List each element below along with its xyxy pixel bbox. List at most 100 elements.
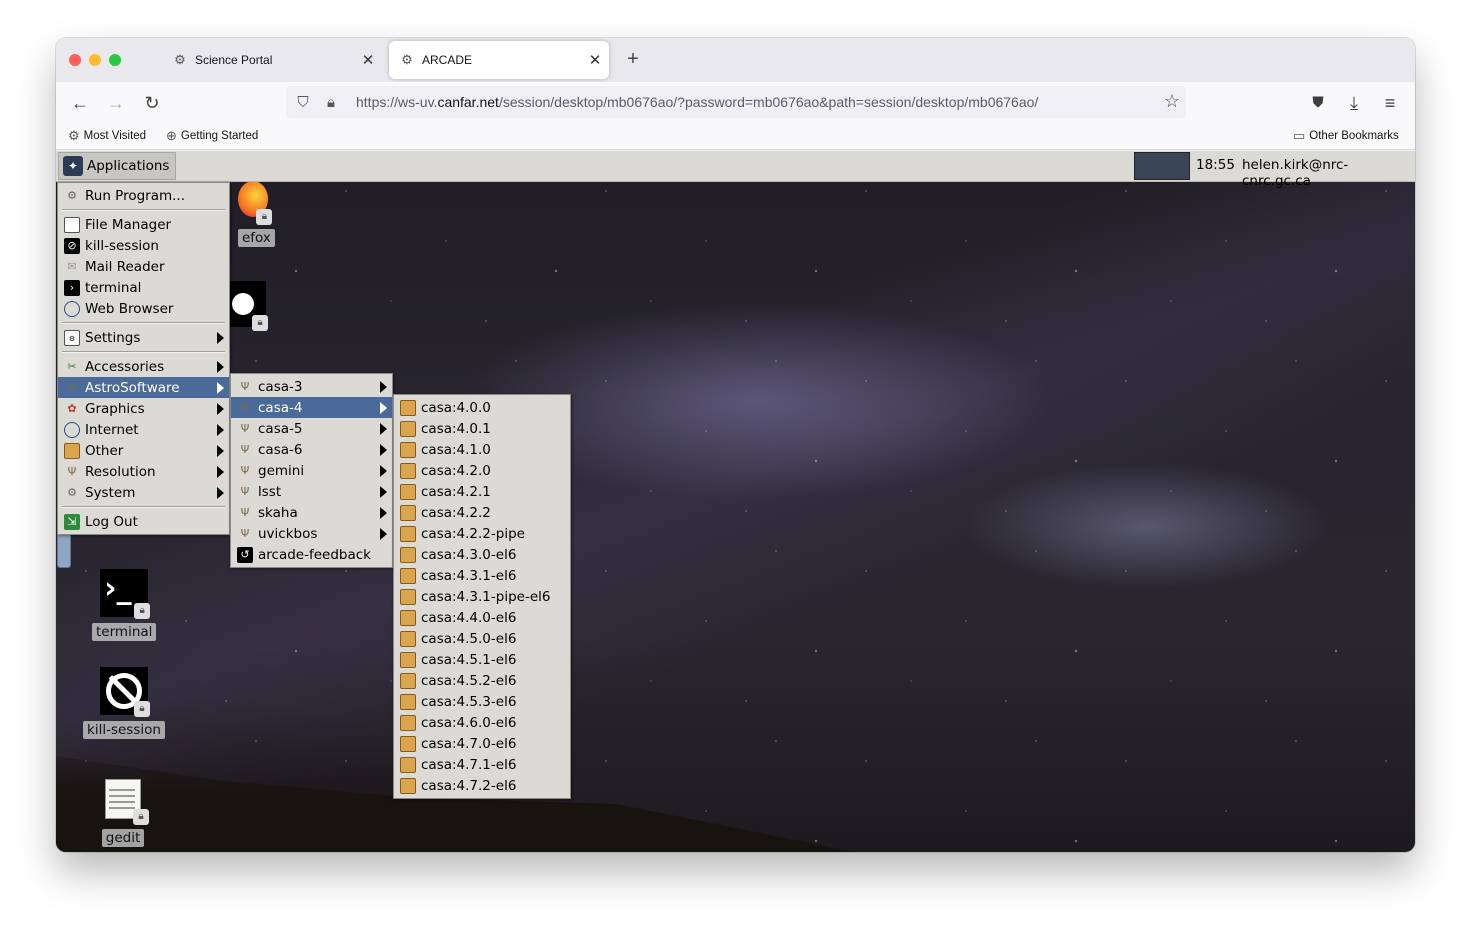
back-icon[interactable]: ← xyxy=(67,90,93,116)
desktop-icon-gedit[interactable]: 🔒︎ gedit xyxy=(99,775,149,847)
mail-icon: ✉ xyxy=(67,259,77,273)
menu-separator xyxy=(58,319,229,327)
menu-item-casa-version[interactable]: casa:4.6.0-el6 xyxy=(394,712,570,733)
menu-item-casa-version[interactable]: casa:4.2.0 xyxy=(394,460,570,481)
tab-arcade[interactable]: ⚙ ARCADE ✕ xyxy=(389,41,609,79)
package-icon xyxy=(400,693,416,710)
menu-item-casa-version[interactable]: casa:4.1.0 xyxy=(394,439,570,460)
resolution-icon: Ψ xyxy=(67,464,77,478)
menu-item-log-out[interactable]: ⇲ Log Out xyxy=(58,511,229,532)
tool-icon: Ψ xyxy=(240,400,250,414)
terminal-icon: ›_ 🔒︎ xyxy=(100,569,151,619)
run-program-icon: ⚙ xyxy=(67,188,77,202)
minimize-window-icon[interactable] xyxy=(89,54,101,66)
menu-item-system[interactable]: ⚙ System xyxy=(58,482,229,503)
url-text[interactable]: https://ws-uv.canfar.net/session/desktop… xyxy=(356,94,1038,110)
menu-item-casa-version[interactable]: casa:4.5.1-el6 xyxy=(394,649,570,670)
menu-item-gemini[interactable]: Ψgemini xyxy=(231,460,392,481)
menu-item-terminal[interactable]: › terminal xyxy=(58,277,229,298)
package-icon xyxy=(400,483,416,500)
menu-item-astrosoftware[interactable]: Ψ AstroSoftware xyxy=(58,377,229,398)
menu-item-casa-version[interactable]: casa:4.3.1-el6 xyxy=(394,565,570,586)
menu-item-casa-version[interactable]: casa:4.7.1-el6 xyxy=(394,754,570,775)
menu-item-casa-version[interactable]: casa:4.5.2-el6 xyxy=(394,670,570,691)
menu-item-mail-reader[interactable]: ✉ Mail Reader xyxy=(58,256,229,277)
bookmark-most-visited[interactable]: ⚙ Most Visited xyxy=(68,128,146,144)
menu-item-casa-version[interactable]: casa:4.0.0 xyxy=(394,397,570,418)
applications-button[interactable]: ✦ Applications xyxy=(58,152,177,180)
menu-item-casa-version[interactable]: casa:4.7.0-el6 xyxy=(394,733,570,754)
menu-item-skaha[interactable]: Ψskaha xyxy=(231,502,392,523)
reload-icon[interactable]: ↻ xyxy=(139,90,165,116)
tab-science-portal[interactable]: ⚙ Science Portal ✕ xyxy=(162,41,382,79)
menu-item-casa-version[interactable]: casa:4.5.3-el6 xyxy=(394,691,570,712)
menu-item-settings[interactable]: ⚙ Settings xyxy=(58,327,229,348)
menu-item-lsst[interactable]: Ψlsst xyxy=(231,481,392,502)
menu-item-casa-3[interactable]: Ψcasa-3 xyxy=(231,376,392,397)
submenu-arrow-icon xyxy=(380,528,387,540)
menu-item-run-program[interactable]: ⚙ Run Program... xyxy=(58,185,229,206)
shield-icon[interactable]: ⛉ xyxy=(292,94,314,111)
menu-item-file-manager[interactable]: File Manager xyxy=(58,214,229,235)
submenu-arrow-icon xyxy=(217,445,224,457)
desktop-icon-terminal[interactable]: ›_ 🔒︎ terminal xyxy=(92,569,157,641)
menu-item-casa-version[interactable]: casa:4.3.1-pipe-el6 xyxy=(394,586,570,607)
menu-item-casa-version[interactable]: casa:4.2.2-pipe xyxy=(394,523,570,544)
submenu-arrow-icon xyxy=(380,507,387,519)
tool-icon: Ψ xyxy=(240,421,250,435)
submenu-arrow-icon xyxy=(217,382,224,394)
accessories-icon: ✂ xyxy=(67,359,77,373)
menu-item-casa-version[interactable]: casa:4.2.1 xyxy=(394,481,570,502)
submenu-arrow-icon xyxy=(217,466,224,478)
tool-icon: Ψ xyxy=(240,505,250,519)
package-icon xyxy=(400,777,416,794)
tab-favicon-icon: ⚙ xyxy=(174,52,186,67)
menu-separator xyxy=(58,206,229,214)
menu-item-casa-version[interactable]: casa:4.4.0-el6 xyxy=(394,607,570,628)
applications-icon: ✦ xyxy=(63,156,83,176)
download-icon[interactable]: ⤓ xyxy=(1341,90,1367,116)
menu-icon[interactable]: ≡ xyxy=(1377,90,1403,116)
package-icon xyxy=(400,420,416,437)
package-icon xyxy=(400,441,416,458)
pocket-icon[interactable]: ⛊ xyxy=(1305,90,1331,116)
forward-icon[interactable]: → xyxy=(103,90,129,116)
menu-item-resolution[interactable]: Ψ Resolution xyxy=(58,461,229,482)
lock-icon[interactable]: 🔒︎ xyxy=(320,94,342,111)
bookmark-star-icon[interactable]: ☆ xyxy=(1164,91,1180,112)
menu-item-uvickbos[interactable]: Ψuvickbos xyxy=(231,523,392,544)
menu-item-casa-version[interactable]: casa:4.2.2 xyxy=(394,502,570,523)
menu-item-internet[interactable]: Internet xyxy=(58,419,229,440)
menu-item-casa-6[interactable]: Ψcasa-6 xyxy=(231,439,392,460)
submenu-arrow-icon xyxy=(380,423,387,435)
menu-separator xyxy=(58,503,229,511)
astrosoftware-menu: Ψcasa-3 Ψcasa-4 Ψcasa-5 Ψcasa-6 Ψgemini … xyxy=(230,373,393,568)
close-tab-icon[interactable]: ✕ xyxy=(581,51,609,69)
menu-item-graphics[interactable]: ✿ Graphics xyxy=(58,398,229,419)
submenu-arrow-icon xyxy=(380,465,387,477)
menu-item-casa-version[interactable]: casa:4.0.1 xyxy=(394,418,570,439)
bookmark-getting-started[interactable]: ⊕ Getting Started xyxy=(166,128,258,144)
menu-item-other[interactable]: Other xyxy=(58,440,229,461)
tab-label: ARCADE xyxy=(422,53,473,67)
menu-item-casa-version[interactable]: casa:4.7.2-el6 xyxy=(394,775,570,796)
settings-icon: ⚙ xyxy=(64,329,80,346)
close-tab-icon[interactable]: ✕ xyxy=(354,51,382,69)
menu-item-kill-session[interactable]: ⊘ kill-session xyxy=(58,235,229,256)
kill-session-icon: 🔒︎ xyxy=(99,667,150,717)
web-browser-icon xyxy=(64,300,80,317)
menu-item-arcade-feedback[interactable]: ↺ arcade-feedback xyxy=(231,544,392,565)
workspace-pager[interactable] xyxy=(1134,152,1190,180)
desktop-icon-kill-session[interactable]: 🔒︎ kill-session xyxy=(83,667,165,739)
bookmark-other[interactable]: ▭ Other Bookmarks xyxy=(1293,128,1399,144)
menu-item-casa-5[interactable]: Ψcasa-5 xyxy=(231,418,392,439)
menu-item-web-browser[interactable]: Web Browser xyxy=(58,298,229,319)
close-window-icon[interactable] xyxy=(69,54,81,66)
url-bar[interactable]: ⛉ 🔒︎ https://ws-uv.canfar.net/session/de… xyxy=(286,86,1186,118)
new-tab-icon[interactable]: + xyxy=(621,48,645,71)
maximize-window-icon[interactable] xyxy=(109,54,121,66)
menu-item-casa-version[interactable]: casa:4.3.0-el6 xyxy=(394,544,570,565)
menu-item-accessories[interactable]: ✂ Accessories xyxy=(58,356,229,377)
menu-item-casa-version[interactable]: casa:4.5.0-el6 xyxy=(394,628,570,649)
menu-item-casa-4[interactable]: Ψcasa-4 xyxy=(231,397,392,418)
